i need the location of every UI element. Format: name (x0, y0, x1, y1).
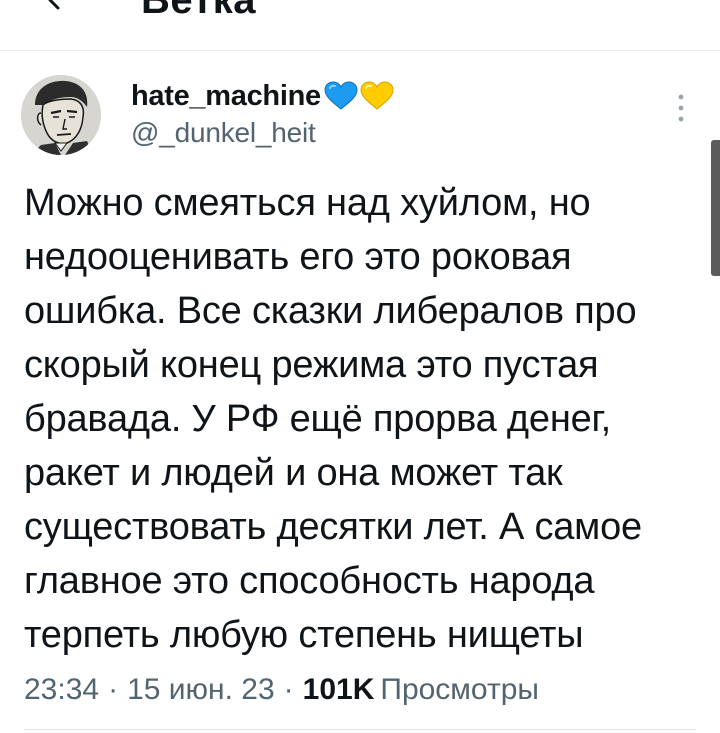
meta-separator: · (108, 673, 119, 706)
tweet-text: Можно смеяться над хуйлом, но недооценив… (24, 182, 642, 656)
tweet-thread-screen: Ветка hate_machine @_dunkel_heit Можно с… (0, 0, 720, 733)
tweet-time[interactable]: 23:34 (24, 673, 99, 707)
divider (24, 729, 696, 730)
arrow-left-icon (48, 0, 60, 10)
author-display-name[interactable]: hate_machine (131, 80, 321, 113)
meta-separator: · (283, 673, 294, 706)
more-vertical-icon (678, 94, 684, 122)
author-badges (323, 81, 395, 111)
yellow-heart-icon (360, 81, 394, 110)
back-button[interactable] (44, 0, 74, 16)
page-title: Ветка (141, 0, 256, 22)
avatar[interactable] (21, 75, 101, 155)
blue-heart-icon (324, 81, 358, 110)
author-name-row[interactable]: hate_machine (131, 78, 395, 114)
tweet-meta: 23:34 · 15 июн. 23 · 101K Просмотры (24, 668, 539, 712)
avatar-portrait-image (21, 75, 101, 155)
author-handle[interactable]: @_dunkel_heit (131, 117, 316, 149)
views-label[interactable]: Просмотры (380, 673, 539, 707)
more-options-button[interactable] (672, 92, 690, 124)
tweet-date[interactable]: 15 июн. 23 (127, 673, 275, 707)
top-header: Ветка (0, 0, 720, 51)
views-count[interactable]: 101K (303, 673, 375, 707)
scrollbar-thumb[interactable] (711, 140, 720, 276)
